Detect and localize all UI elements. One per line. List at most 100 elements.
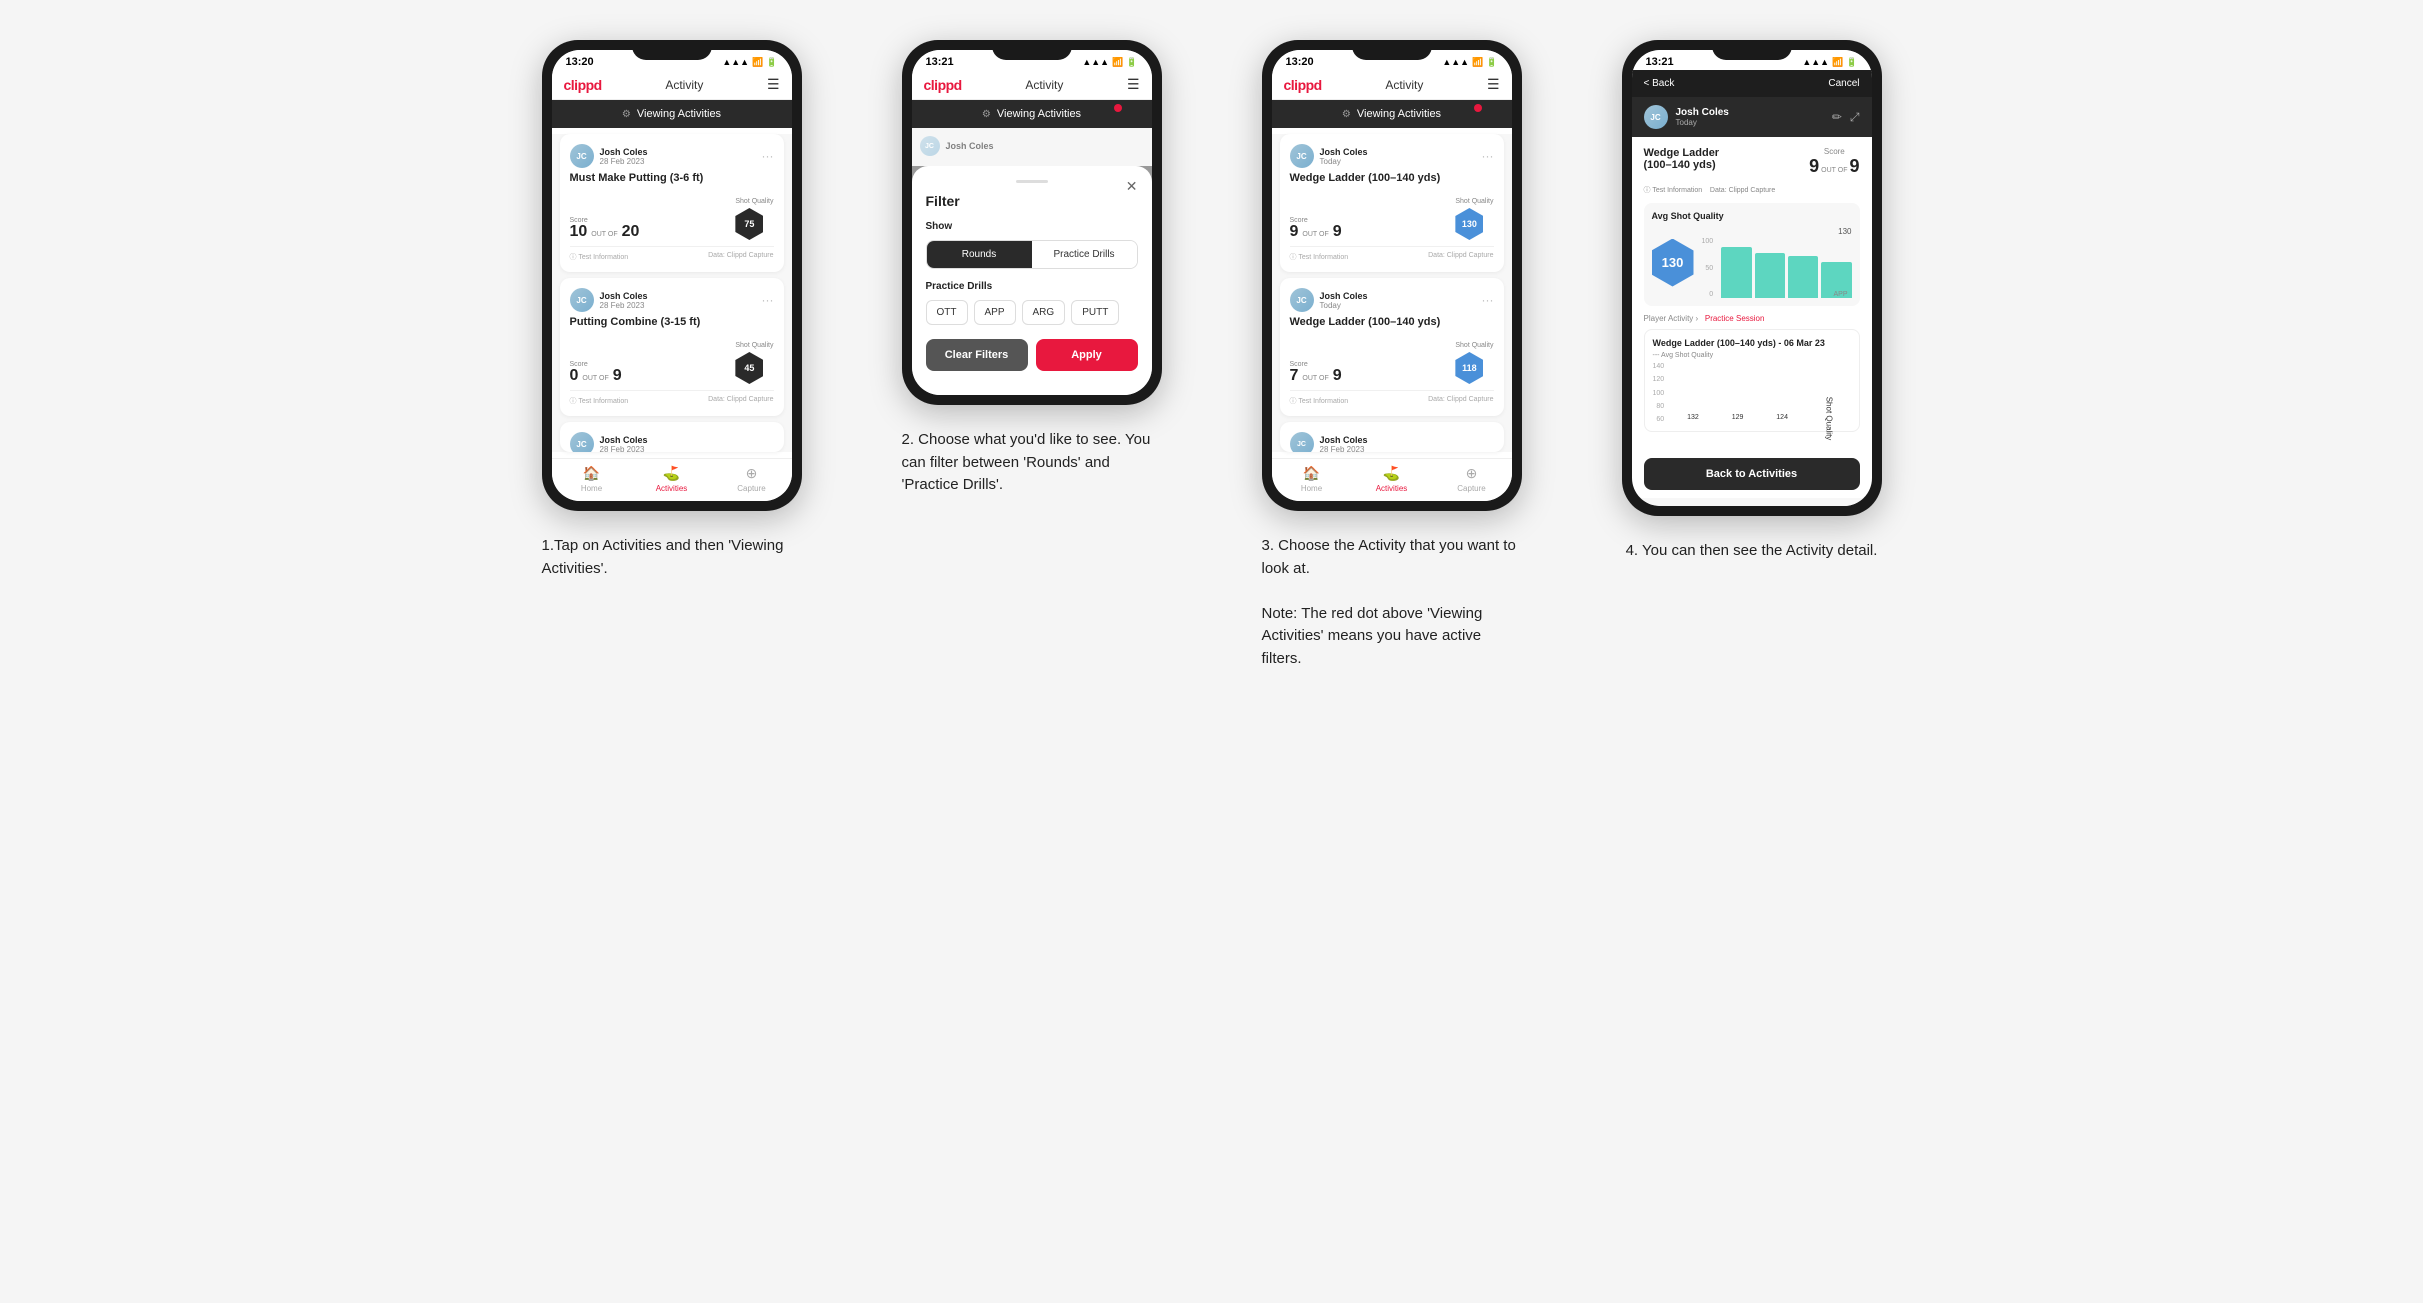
more-dots-3-1[interactable]: ··· (1482, 149, 1494, 163)
capture-label-1: Capture (737, 484, 765, 493)
card-stats-3-2: Score 7 OUT OF 9 Shot Quality 118 (1290, 334, 1494, 384)
back-button-4[interactable]: < Back (1644, 78, 1675, 89)
signal-icon-1: ▲▲▲ (722, 57, 749, 67)
activity-card-3-3[interactable]: JC Josh Coles 28 Feb 2023 (1280, 422, 1504, 452)
home-icon-1: 🏠 (583, 465, 600, 482)
avg-shot-quality-section-4: Avg Shot Quality 130 130 100 50 0 (1644, 203, 1860, 306)
practice-drills-label-2: Practice Drills (926, 281, 1138, 292)
drill-btn-ott[interactable]: OTT (926, 300, 968, 325)
viewing-bar-2[interactable]: ⚙ Viewing Activities (912, 100, 1152, 128)
chart-bar-4-1 (1721, 247, 1751, 298)
nav-activities-1[interactable]: ⛳ Activities (632, 465, 712, 493)
card-header-3-2: JC Josh Coles Today ··· (1290, 288, 1494, 312)
status-icons-2: ▲▲▲ 📶 🔋 (1082, 57, 1137, 68)
activity-card-3-2[interactable]: JC Josh Coles Today ··· Wedge Ladder (10… (1280, 278, 1504, 416)
battery-icon-1: 🔋 (766, 57, 777, 68)
card-header-3-1: JC Josh Coles Today ··· (1290, 144, 1494, 168)
detail-user-row-4: JC Josh Coles Today ✏ ⤢ (1632, 97, 1872, 137)
back-to-activities-btn[interactable]: Back to Activities (1644, 458, 1860, 490)
header-title-1: Activity (665, 78, 703, 92)
nav-activities-3[interactable]: ⛳ Activities (1352, 465, 1432, 493)
activity-card-1-2[interactable]: JC Josh Coles 28 Feb 2023 ··· Putting Co… (560, 278, 784, 416)
card-footer-1-2: ⓘ Test Information Data: Clippd Capture (570, 390, 774, 406)
cancel-button-4[interactable]: Cancel (1828, 78, 1859, 89)
notch-4 (1712, 40, 1792, 60)
user-name-3-2: Josh Coles (1320, 291, 1368, 301)
detail-shots-4: 9 (1849, 156, 1859, 177)
time-1: 13:20 (566, 56, 594, 68)
filter-overlay-2: ✕ Filter Show Rounds Practice Drills Pra… (912, 166, 1152, 385)
quality-badge-3-1: 130 (1455, 208, 1483, 240)
card-header-1-2: JC Josh Coles 28 Feb 2023 ··· (570, 288, 774, 312)
chart-bar-4-2 (1755, 253, 1785, 298)
hamburger-icon-1[interactable]: ☰ (767, 76, 780, 93)
chart-bars-4 (1721, 238, 1851, 298)
drill-btn-arg[interactable]: ARG (1022, 300, 1066, 325)
time-3: 13:20 (1286, 56, 1314, 68)
card-header-1-1: JC Josh Coles 28 Feb 2023 ··· (570, 144, 774, 168)
nav-home-1[interactable]: 🏠 Home (552, 465, 632, 493)
user-name-3-1: Josh Coles (1320, 147, 1368, 157)
drill-btn-app[interactable]: APP (974, 300, 1016, 325)
nav-capture-1[interactable]: ⊕ Capture (712, 465, 792, 493)
viewing-bar-3[interactable]: ⚙ Viewing Activities (1272, 100, 1512, 128)
nav-home-3[interactable]: 🏠 Home (1272, 465, 1352, 493)
chart-bar-4-3 (1788, 256, 1818, 298)
toggle-group-2: Rounds Practice Drills (926, 240, 1138, 269)
avatar-3-2: JC (1290, 288, 1314, 312)
avatar-1-3: JC (570, 432, 594, 452)
quality-badge-3-2: 118 (1455, 352, 1483, 384)
user-info-3-2: Josh Coles Today (1320, 291, 1368, 310)
caption-2: 2. Choose what you'd like to see. You ca… (902, 429, 1162, 497)
score-val-1-1: 10 (570, 224, 588, 240)
drill-btn-putt[interactable]: PUTT (1071, 300, 1119, 325)
header-title-3: Activity (1385, 78, 1423, 92)
activity-list-3: JC Josh Coles Today ··· Wedge Ladder (10… (1272, 134, 1512, 452)
page-wrapper: 13:20 ▲▲▲ 📶 🔋 clippd Activity ☰ ⚙ Vi (512, 40, 1912, 670)
activity-card-1-1[interactable]: JC Josh Coles 28 Feb 2023 ··· Must Make … (560, 134, 784, 272)
clear-filters-btn[interactable]: Clear Filters (926, 339, 1028, 371)
activity-list-1: JC Josh Coles 28 Feb 2023 ··· Must Make … (552, 134, 792, 452)
detail-test-info-4: ⓘ Test Information Data: Clippd Capture (1644, 185, 1860, 195)
phone-column-2: 13:21 ▲▲▲ 📶 🔋 clippd Activity ☰ ⚙ Vi (872, 40, 1192, 670)
quality-badge-1-2: 45 (735, 352, 763, 384)
card-stats-1-2: Score 0 OUT OF 9 Shot Quality 45 (570, 334, 774, 384)
detail-content-4: Wedge Ladder(100–140 yds) Score 9 OUT OF… (1632, 137, 1872, 450)
apply-btn[interactable]: Apply (1036, 339, 1138, 371)
more-dots-1-1[interactable]: ··· (762, 149, 774, 163)
hamburger-icon-2[interactable]: ☰ (1127, 76, 1140, 93)
phone-4: 13:21 ▲▲▲ 📶 🔋 < Back Cancel (1622, 40, 1882, 516)
modal-close-btn[interactable]: ✕ (1126, 178, 1138, 195)
card-user-3-2: JC Josh Coles Today (1290, 288, 1368, 312)
detail-user-info-4: Josh Coles Today (1676, 107, 1729, 127)
nav-capture-3[interactable]: ⊕ Capture (1432, 465, 1512, 493)
phone-1: 13:20 ▲▲▲ 📶 🔋 clippd Activity ☰ ⚙ Vi (542, 40, 802, 511)
activity-card-3-1[interactable]: JC Josh Coles Today ··· Wedge Ladder (10… (1280, 134, 1504, 272)
practice-session-label-4: Player Activity › Practice Session (1644, 314, 1860, 323)
data-capture-1-1: Data: Clippd Capture (708, 252, 773, 262)
toggle-rounds[interactable]: Rounds (927, 241, 1032, 268)
viewing-activities-label-3: Viewing Activities (1357, 108, 1441, 120)
activity-card-1-3[interactable]: JC Josh Coles 28 Feb 2023 (560, 422, 784, 452)
caption-4: 4. You can then see the Activity detail. (1626, 540, 1878, 563)
more-dots-3-2[interactable]: ··· (1482, 293, 1494, 307)
card-footer-3-1: ⓘ Test Information Data: Clippd Capture (1290, 246, 1494, 262)
viewing-bar-1[interactable]: ⚙ Viewing Activities (552, 100, 792, 128)
status-icons-1: ▲▲▲ 📶 🔋 (722, 57, 777, 68)
edit-icon-4[interactable]: ✏ (1832, 110, 1842, 125)
user-date-3-2: Today (1320, 301, 1368, 310)
caption-1: 1.Tap on Activities and then 'Viewing Ac… (542, 535, 802, 580)
avg-label-4: --- Avg Shot Quality (1653, 352, 1851, 359)
hamburger-icon-3[interactable]: ☰ (1487, 76, 1500, 93)
toggle-practice-drills[interactable]: Practice Drills (1032, 241, 1137, 268)
more-dots-1-2[interactable]: ··· (762, 293, 774, 307)
expand-icon-4[interactable]: ⤢ (1850, 110, 1860, 125)
wifi-icon-4: 📶 (1832, 57, 1843, 68)
activities-icon-3: ⛳ (1383, 465, 1400, 482)
status-icons-4: ▲▲▲ 📶 🔋 (1802, 57, 1857, 68)
caption-3: 3. Choose the Activity that you want to … (1262, 535, 1522, 670)
shot-quality-axis-label: Shot Quality (1824, 397, 1833, 441)
phone-2: 13:21 ▲▲▲ 📶 🔋 clippd Activity ☰ ⚙ Vi (902, 40, 1162, 405)
avatar-1-2: JC (570, 288, 594, 312)
blurred-card-2: JC Josh Coles (912, 128, 1152, 166)
